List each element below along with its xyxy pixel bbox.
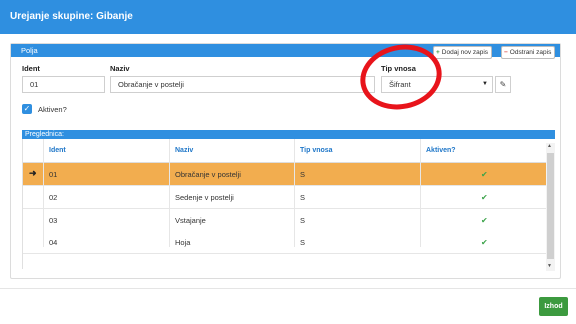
cell-ident: 02 (49, 193, 58, 202)
active-checkbox[interactable]: ✓ (22, 104, 32, 114)
cell-ident: 03 (49, 216, 58, 225)
footer-divider (0, 288, 576, 289)
col-header-tip-vnosa[interactable]: Tip vnosa (300, 147, 333, 154)
column-divider (294, 139, 295, 247)
column-divider (43, 139, 44, 247)
active-check-icon: ✔ (481, 170, 488, 179)
active-check-icon: ✔ (481, 193, 488, 202)
cell-naziv: Obračanje v postelji (175, 170, 241, 179)
pencil-icon: ✎ (499, 80, 507, 89)
grid-column-headers: Ident Naziv Tip vnosa Aktiven? (23, 139, 546, 163)
table-row[interactable]: 02 Sedenje v postelji S ✔ (23, 186, 546, 209)
dropdown-arrow-icon: ▼ (482, 81, 488, 87)
ident-value: 01 (30, 80, 39, 89)
minus-icon: − (504, 49, 508, 56)
plus-icon: + (436, 49, 440, 56)
grid-header-bar: Preglednica: (22, 130, 555, 139)
table-row[interactable]: 04 Hoja S ✔ (23, 231, 546, 254)
col-header-aktiven[interactable]: Aktiven? (426, 147, 456, 154)
cell-tip: S (300, 193, 306, 202)
cell-naziv: Hoja (175, 238, 191, 247)
table-row[interactable]: ➜ 01 Obračanje v postelji S ✔ (23, 163, 546, 186)
cell-naziv: Sedenje v postelji (175, 193, 234, 202)
title-bar: Urejanje skupine: Gibanje (0, 0, 576, 34)
cell-naziv: Vstajanje (175, 216, 206, 225)
add-record-label: Dodaj nov zapis (441, 49, 489, 56)
cell-ident: 01 (49, 170, 58, 179)
cell-ident: 04 (49, 238, 58, 247)
column-divider (169, 139, 170, 247)
add-record-button[interactable]: + Dodaj nov zapis (433, 46, 493, 59)
panel-header: Polja + Dodaj nov zapis − Odstrani zapis (11, 44, 560, 59)
naziv-label: Naziv (110, 64, 130, 73)
scroll-up-icon[interactable]: ▲ (547, 143, 552, 149)
active-label: Aktiven? (38, 105, 67, 114)
edit-button[interactable]: ✎ (495, 76, 511, 93)
exit-button[interactable]: Izhod (539, 297, 568, 316)
grid-scrollbar[interactable]: ▲ ▼ (546, 143, 555, 271)
panel-title: Polja (21, 46, 38, 55)
column-divider (420, 139, 421, 247)
remove-record-label: Odstrani zapis (509, 49, 552, 56)
table-row[interactable]: 03 Vstajanje S ✔ (23, 209, 546, 232)
window-title: Urejanje skupine: Gibanje (10, 11, 133, 22)
grid-title: Preglednica: (25, 131, 64, 138)
cell-tip: S (300, 238, 306, 247)
ident-label: Ident (22, 64, 40, 73)
active-check-icon: ✔ (481, 216, 488, 225)
records-grid: Ident Naziv Tip vnosa Aktiven? ➜ 01 Obra… (22, 139, 546, 269)
active-check-icon: ✔ (481, 238, 488, 247)
cell-tip: S (300, 170, 306, 179)
cell-tip: S (300, 216, 306, 225)
naziv-field[interactable]: Obračanje v postelji (110, 76, 375, 93)
remove-record-button[interactable]: − Odstrani zapis (501, 46, 556, 59)
scrollbar-thumb[interactable] (547, 153, 554, 259)
check-icon: ✓ (23, 104, 31, 113)
ident-field[interactable]: 01 (22, 76, 105, 93)
row-pointer-icon: ➜ (29, 168, 37, 178)
scroll-down-icon[interactable]: ▼ (547, 263, 552, 269)
naziv-value: Obračanje v postelji (118, 80, 184, 89)
col-header-naziv[interactable]: Naziv (175, 147, 193, 154)
col-header-ident[interactable]: Ident (49, 147, 66, 154)
